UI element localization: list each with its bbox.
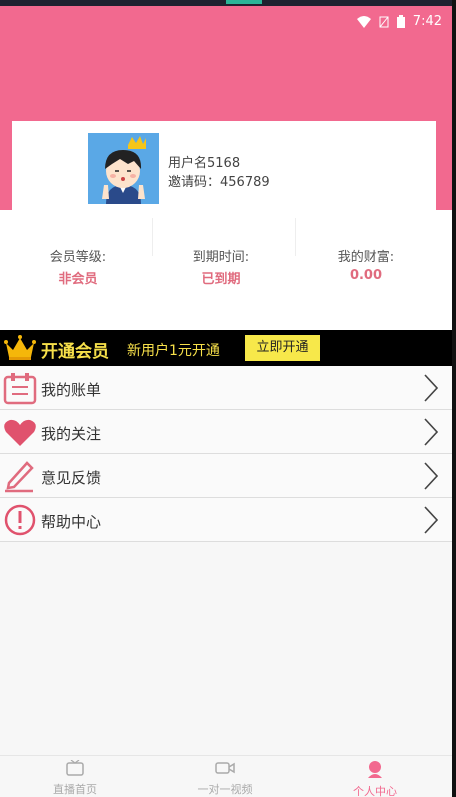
- stat-value: 已到期: [201, 272, 241, 287]
- stat-value: 非会员: [58, 272, 98, 287]
- menu-item-help[interactable]: 帮助中心: [0, 498, 452, 542]
- menu-list: 我的账单 我的关注 意见反馈 帮助中心: [0, 366, 452, 542]
- menu-label: 帮助中心: [41, 513, 102, 531]
- chevron-right-icon: [424, 374, 438, 402]
- tv-icon: [66, 759, 84, 776]
- tab-video-chat[interactable]: 一对一视频: [150, 760, 300, 797]
- stat-label: 我的财富:: [337, 250, 395, 265]
- wifi-icon: [356, 15, 371, 28]
- crown-icon: [4, 335, 36, 360]
- pen-icon: [5, 461, 34, 493]
- help-icon: [4, 504, 36, 536]
- menu-item-feedback[interactable]: 意见反馈: [0, 454, 452, 498]
- bill-icon: [3, 373, 37, 405]
- bottom-tab-bar: 直播首页 一对一视频 个人中心: [0, 755, 452, 797]
- profile-screen: 7:42 用户名5168 邀请码：456789 会员等级: 非会员 到期时间: …: [0, 0, 452, 797]
- avatar[interactable]: [88, 133, 159, 204]
- signal-icon: [379, 16, 389, 27]
- chevron-right-icon: [424, 462, 438, 490]
- tab-live-home[interactable]: 直播首页: [0, 759, 150, 797]
- status-bar: 7:42: [356, 14, 442, 29]
- menu-label: 意见反馈: [41, 469, 102, 487]
- stat-wealth: 我的财富: 0.00: [291, 246, 441, 283]
- menu-label: 我的关注: [41, 425, 102, 443]
- top-indicator: [226, 0, 262, 4]
- tab-label: 直播首页: [53, 783, 97, 796]
- avatar-image: [88, 133, 159, 204]
- stat-label: 到期时间:: [192, 250, 250, 265]
- battery-icon: [396, 15, 405, 28]
- chevron-right-icon: [424, 418, 438, 446]
- menu-item-follow[interactable]: 我的关注: [0, 410, 452, 454]
- tab-profile[interactable]: 个人中心: [300, 760, 450, 797]
- person-icon: [368, 761, 382, 778]
- member-stats: 会员等级: 非会员 到期时间: 已到期 我的财富: 0.00: [0, 214, 452, 324]
- stat-expiry: 到期时间: 已到期: [146, 246, 296, 287]
- open-vip-button[interactable]: 立即开通: [245, 335, 320, 361]
- menu-label: 我的账单: [41, 381, 102, 399]
- tab-label: 个人中心: [353, 785, 397, 797]
- vip-title: 开通会员: [41, 342, 109, 362]
- stat-label: 会员等级:: [49, 250, 107, 265]
- vip-banner: 开通会员 新用户1元开通 立即开通: [0, 330, 452, 366]
- status-time: 7:42: [412, 14, 442, 29]
- video-icon: [215, 762, 235, 774]
- chevron-right-icon: [424, 506, 438, 534]
- stat-member-level: 会员等级: 非会员: [3, 246, 153, 287]
- invite-code: 邀请码：456789: [168, 175, 270, 190]
- stat-value: 0.00: [349, 268, 383, 283]
- username: 用户名5168: [168, 156, 241, 171]
- tab-label: 一对一视频: [197, 783, 253, 796]
- menu-item-bill[interactable]: 我的账单: [0, 366, 452, 410]
- heart-icon: [4, 419, 36, 446]
- vip-subtitle: 新用户1元开通: [127, 343, 220, 359]
